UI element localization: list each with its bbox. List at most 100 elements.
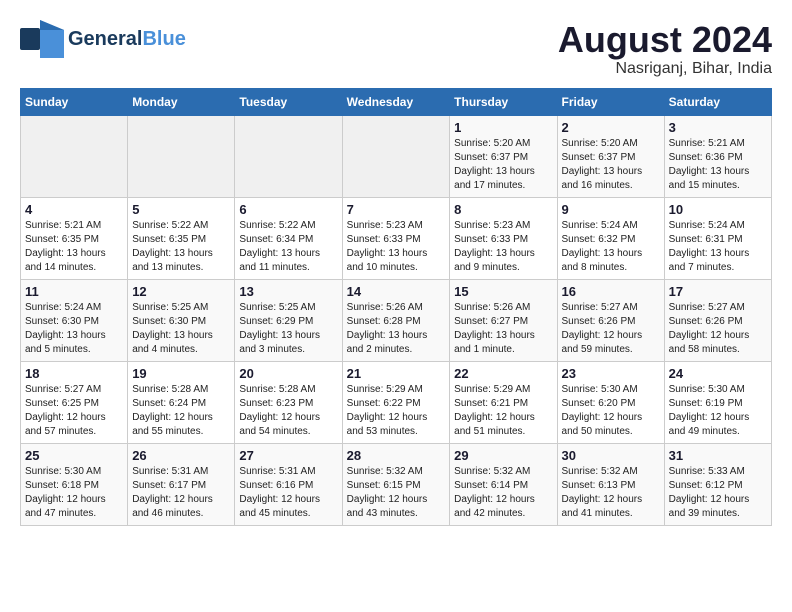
calendar-cell: 11 Sunrise: 5:24 AM Sunset: 6:30 PM Dayli… (21, 279, 128, 361)
calendar-table: SundayMondayTuesdayWednesdayThursdayFrid… (20, 88, 772, 526)
day-info: Sunrise: 5:32 AM Sunset: 6:13 PM Dayligh… (562, 465, 660, 521)
day-number: 27 (239, 448, 337, 463)
calendar-cell (128, 115, 235, 197)
day-number: 11 (25, 284, 123, 299)
day-number: 13 (239, 284, 337, 299)
calendar-cell: 12 Sunrise: 5:25 AM Sunset: 6:30 PM Dayli… (128, 279, 235, 361)
day-header-monday: Monday (128, 88, 235, 115)
day-info: Sunrise: 5:30 AM Sunset: 6:18 PM Dayligh… (25, 465, 123, 521)
day-number: 23 (562, 366, 660, 381)
calendar-cell: 18Sunrise: 5:27 AM Sunset: 6:25 PM Dayli… (21, 361, 128, 443)
day-info: Sunrise: 5:24 AM Sunset: 6:31 PM Dayligh… (669, 219, 767, 275)
day-info: Sunrise: 5:29 AM Sunset: 6:21 PM Dayligh… (454, 383, 552, 439)
calendar-cell: 30Sunrise: 5:32 AM Sunset: 6:13 PM Dayli… (557, 443, 664, 525)
day-number: 7 (347, 202, 446, 217)
day-number: 21 (347, 366, 446, 381)
calendar-cell: 24Sunrise: 5:30 AM Sunset: 6:19 PM Dayli… (664, 361, 771, 443)
day-info: Sunrise: 5:21 AM Sunset: 6:35 PM Dayligh… (25, 219, 123, 275)
calendar-cell: 17 Sunrise: 5:27 AM Sunset: 6:26 PM Dayli… (664, 279, 771, 361)
calendar-cell (342, 115, 450, 197)
day-number: 1 (454, 120, 552, 135)
day-info: Sunrise: 5:31 AM Sunset: 6:17 PM Dayligh… (132, 465, 230, 521)
calendar-cell: 26 Sunrise: 5:31 AM Sunset: 6:17 PM Dayli… (128, 443, 235, 525)
day-number: 15 (454, 284, 552, 299)
calendar-cell: 16Sunrise: 5:27 AM Sunset: 6:26 PM Dayli… (557, 279, 664, 361)
day-info: Sunrise: 5:26 AM Sunset: 6:27 PM Dayligh… (454, 301, 552, 357)
day-info: Sunrise: 5:29 AM Sunset: 6:22 PM Dayligh… (347, 383, 446, 439)
day-info: Sunrise: 5:31 AM Sunset: 6:16 PM Dayligh… (239, 465, 337, 521)
day-number: 16 (562, 284, 660, 299)
day-number: 12 (132, 284, 230, 299)
calendar-cell: 21 Sunrise: 5:29 AM Sunset: 6:22 PM Dayli… (342, 361, 450, 443)
day-number: 6 (239, 202, 337, 217)
calendar-cell: 6 Sunrise: 5:22 AM Sunset: 6:34 PM Daylig… (235, 197, 342, 279)
calendar-cell: 3Sunrise: 5:21 AM Sunset: 6:36 PM Daylig… (664, 115, 771, 197)
title-block: August 2024 Nasriganj, Bihar, India (558, 20, 772, 78)
day-info: Sunrise: 5:20 AM Sunset: 6:37 PM Dayligh… (454, 137, 552, 193)
day-number: 22 (454, 366, 552, 381)
day-info: Sunrise: 5:20 AM Sunset: 6:37 PM Dayligh… (562, 137, 660, 193)
day-info: Sunrise: 5:30 AM Sunset: 6:20 PM Dayligh… (562, 383, 660, 439)
calendar-cell: 13 Sunrise: 5:25 AM Sunset: 6:29 PM Dayli… (235, 279, 342, 361)
day-info: Sunrise: 5:26 AM Sunset: 6:28 PM Dayligh… (347, 301, 446, 357)
day-number: 2 (562, 120, 660, 135)
day-header-thursday: Thursday (450, 88, 557, 115)
day-number: 31 (669, 448, 767, 463)
day-number: 4 (25, 202, 123, 217)
day-header-friday: Friday (557, 88, 664, 115)
calendar-cell: 14 Sunrise: 5:26 AM Sunset: 6:28 PM Dayli… (342, 279, 450, 361)
day-number: 20 (239, 366, 337, 381)
calendar-cell: 8 Sunrise: 5:23 AM Sunset: 6:33 PM Daylig… (450, 197, 557, 279)
day-info: Sunrise: 5:25 AM Sunset: 6:30 PM Dayligh… (132, 301, 230, 357)
calendar-cell (21, 115, 128, 197)
calendar-subtitle: Nasriganj, Bihar, India (558, 60, 772, 78)
day-number: 10 (669, 202, 767, 217)
calendar-cell (235, 115, 342, 197)
calendar-cell: 19 Sunrise: 5:28 AM Sunset: 6:24 PM Dayli… (128, 361, 235, 443)
calendar-cell: 22 Sunrise: 5:29 AM Sunset: 6:21 PM Dayli… (450, 361, 557, 443)
calendar-cell: 23 Sunrise: 5:30 AM Sunset: 6:20 PM Dayli… (557, 361, 664, 443)
day-header-saturday: Saturday (664, 88, 771, 115)
day-info: Sunrise: 5:32 AM Sunset: 6:14 PM Dayligh… (454, 465, 552, 521)
calendar-cell: 31 Sunrise: 5:33 AM Sunset: 6:12 PM Dayli… (664, 443, 771, 525)
logo-icon (20, 20, 64, 58)
logo-text-blue: Blue (142, 28, 185, 50)
day-number: 17 (669, 284, 767, 299)
calendar-cell: 7 Sunrise: 5:23 AM Sunset: 6:33 PM Daylig… (342, 197, 450, 279)
calendar-week-5: 25 Sunrise: 5:30 AM Sunset: 6:18 PM Dayli… (21, 443, 772, 525)
day-info: Sunrise: 5:30 AM Sunset: 6:19 PM Dayligh… (669, 383, 767, 439)
day-number: 28 (347, 448, 446, 463)
day-info: Sunrise: 5:33 AM Sunset: 6:12 PM Dayligh… (669, 465, 767, 521)
day-info: Sunrise: 5:32 AM Sunset: 6:15 PM Dayligh… (347, 465, 446, 521)
day-info: Sunrise: 5:24 AM Sunset: 6:32 PM Dayligh… (562, 219, 660, 275)
day-info: Sunrise: 5:23 AM Sunset: 6:33 PM Dayligh… (347, 219, 446, 275)
day-number: 3 (669, 120, 767, 135)
day-info: Sunrise: 5:22 AM Sunset: 6:35 PM Dayligh… (132, 219, 230, 275)
day-info: Sunrise: 5:25 AM Sunset: 6:29 PM Dayligh… (239, 301, 337, 357)
day-number: 29 (454, 448, 552, 463)
logo-text-general: General (68, 28, 142, 50)
calendar-cell: 5Sunrise: 5:22 AM Sunset: 6:35 PM Daylig… (128, 197, 235, 279)
day-number: 8 (454, 202, 552, 217)
day-info: Sunrise: 5:27 AM Sunset: 6:25 PM Dayligh… (25, 383, 123, 439)
day-info: Sunrise: 5:27 AM Sunset: 6:26 PM Dayligh… (669, 301, 767, 357)
calendar-cell: 15 Sunrise: 5:26 AM Sunset: 6:27 PM Dayli… (450, 279, 557, 361)
calendar-cell: 9Sunrise: 5:24 AM Sunset: 6:32 PM Daylig… (557, 197, 664, 279)
calendar-week-2: 4 Sunrise: 5:21 AM Sunset: 6:35 PM Daylig… (21, 197, 772, 279)
day-number: 19 (132, 366, 230, 381)
calendar-week-4: 18Sunrise: 5:27 AM Sunset: 6:25 PM Dayli… (21, 361, 772, 443)
day-header-tuesday: Tuesday (235, 88, 342, 115)
calendar-header-row: SundayMondayTuesdayWednesdayThursdayFrid… (21, 88, 772, 115)
calendar-cell: 27 Sunrise: 5:31 AM Sunset: 6:16 PM Dayli… (235, 443, 342, 525)
day-number: 26 (132, 448, 230, 463)
page-header: GeneralBlue August 2024 Nasriganj, Bihar… (20, 20, 772, 78)
day-info: Sunrise: 5:23 AM Sunset: 6:33 PM Dayligh… (454, 219, 552, 275)
calendar-week-3: 11 Sunrise: 5:24 AM Sunset: 6:30 PM Dayli… (21, 279, 772, 361)
day-info: Sunrise: 5:22 AM Sunset: 6:34 PM Dayligh… (239, 219, 337, 275)
day-number: 25 (25, 448, 123, 463)
day-info: Sunrise: 5:28 AM Sunset: 6:24 PM Dayligh… (132, 383, 230, 439)
calendar-week-1: 1 Sunrise: 5:20 AM Sunset: 6:37 PM Daylig… (21, 115, 772, 197)
day-number: 14 (347, 284, 446, 299)
day-info: Sunrise: 5:24 AM Sunset: 6:30 PM Dayligh… (25, 301, 123, 357)
calendar-cell: 4 Sunrise: 5:21 AM Sunset: 6:35 PM Daylig… (21, 197, 128, 279)
